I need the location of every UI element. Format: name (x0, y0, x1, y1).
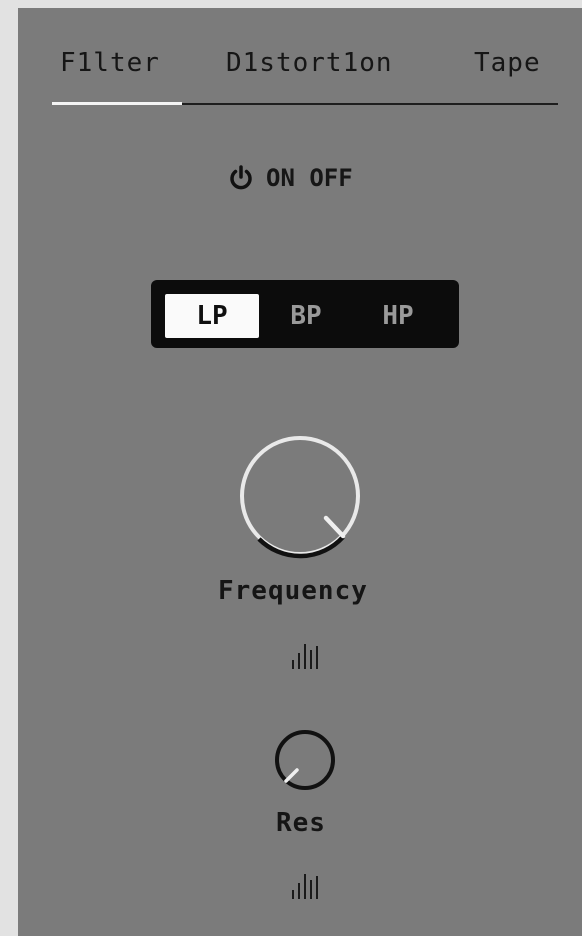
filter-type-bp[interactable]: BP (259, 294, 353, 338)
res-label: Res (276, 808, 326, 838)
power-label: ON OFF (266, 164, 353, 192)
frequency-label: Frequency (218, 576, 368, 606)
tab-bar: F1lter D1stort1on Tape (18, 8, 582, 108)
power-toggle[interactable]: ON OFF (226, 160, 353, 196)
filter-type-selector: LP BP HP (151, 280, 459, 348)
frequency-knob[interactable] (234, 432, 364, 562)
filter-panel: F1lter D1stort1on Tape ON OFF LP BP HP F… (18, 8, 582, 936)
filter-type-hp[interactable]: HP (351, 294, 445, 338)
res-knob[interactable] (270, 726, 340, 796)
tab-distortion[interactable]: D1stort1on (226, 48, 393, 78)
modulation-bars-icon[interactable] (290, 640, 324, 670)
modulation-bars-icon[interactable] (290, 870, 324, 900)
filter-type-lp[interactable]: LP (165, 294, 259, 338)
tab-filter[interactable]: F1lter (60, 48, 160, 78)
active-tab-indicator (52, 102, 182, 105)
tab-tape[interactable]: Tape (474, 48, 541, 78)
power-icon (230, 165, 252, 190)
